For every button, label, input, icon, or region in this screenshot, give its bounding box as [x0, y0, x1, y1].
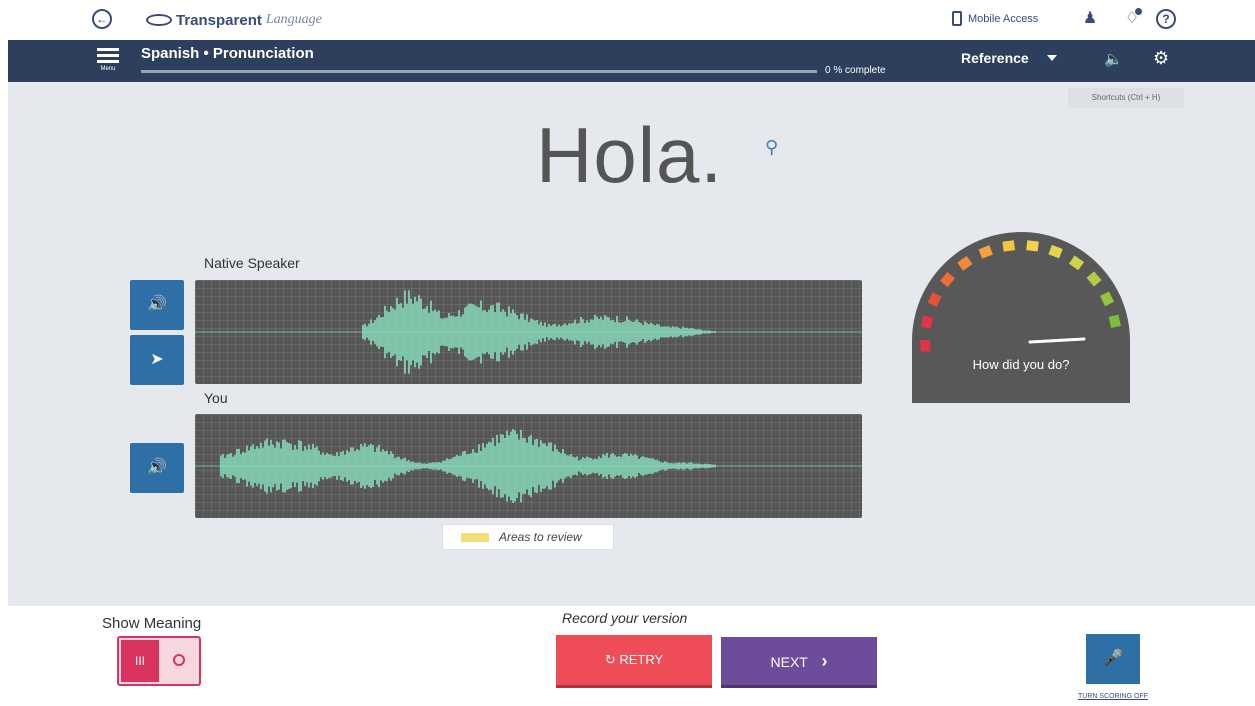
next-button[interactable]: NEXT ›: [721, 637, 877, 688]
gauge-segment: [1048, 244, 1063, 259]
gear-icon[interactable]: ⚙: [1153, 48, 1169, 69]
logo-sub: Language: [265, 12, 322, 27]
toggle-off-icon: [173, 654, 185, 666]
back-icon[interactable]: ←: [92, 9, 112, 29]
magnifier-icon[interactable]: ⚲: [765, 137, 778, 158]
speaker-icon: 🔊: [147, 459, 167, 476]
notifications-icon[interactable]: ♢: [1121, 8, 1143, 30]
mobile-access-link[interactable]: Mobile Access: [952, 11, 1038, 26]
user-waveform-graphic: [195, 428, 862, 504]
notification-dot: [1135, 8, 1142, 15]
logo[interactable]: Transparent Language: [146, 9, 322, 31]
retry-label: RETRY: [619, 652, 664, 667]
phone-icon: [952, 11, 962, 26]
gauge-segment: [1002, 240, 1016, 252]
reference-dropdown[interactable]: Reference: [961, 50, 1057, 66]
native-waveform: [195, 280, 862, 384]
next-label: NEXT: [770, 654, 808, 670]
brand-bar: ← Transparent Language Mobile Access ♟ ♢…: [0, 0, 1255, 40]
you-label: You: [204, 390, 228, 406]
target-phrase: Hola.: [536, 111, 724, 199]
gauge-segment: [927, 292, 942, 307]
gauge-segment: [1086, 271, 1102, 287]
logo-name: Transparent: [176, 11, 262, 29]
native-waveform-graphic: [195, 290, 862, 374]
menu-icon: [97, 48, 119, 51]
course-title: Spanish • Pronunciation: [141, 45, 314, 62]
progress-label: 0 % complete: [825, 65, 886, 76]
gauge-segment: [978, 245, 993, 259]
show-meaning-label: Show Meaning: [102, 615, 202, 632]
shortcuts-hint[interactable]: Shortcuts (Ctrl + H): [1068, 88, 1184, 108]
speaker-icon[interactable]: 🔈: [1104, 50, 1123, 68]
reference-label: Reference: [961, 50, 1029, 66]
scoring-label[interactable]: TURN SCORING OFF: [1064, 693, 1162, 700]
menu-label: Menu: [100, 66, 116, 72]
record-label: Record your version: [562, 610, 688, 626]
mobile-access-label: Mobile Access: [968, 12, 1039, 25]
retry-button[interactable]: ↻ RETRY: [556, 635, 712, 688]
show-meaning-toggle[interactable]: III: [117, 636, 201, 686]
logo-mark-icon: [146, 14, 172, 26]
play-you-button[interactable]: 🔊: [130, 443, 184, 493]
gauge-segment: [920, 339, 931, 352]
gauge-segment: [1026, 240, 1039, 252]
menu-button[interactable]: Menu: [94, 45, 122, 77]
gauge-segment: [921, 315, 934, 329]
user-waveform: [195, 414, 862, 518]
navbar: Menu Spanish • Pronunciation 0 % complet…: [8, 40, 1255, 82]
toggle-on-state: III: [121, 640, 159, 682]
gauge-segment: [957, 255, 973, 271]
help-icon[interactable]: ?: [1156, 9, 1176, 29]
slow-play-button[interactable]: ➤: [130, 335, 184, 385]
gauge-segment: [1100, 291, 1115, 307]
gauge-segment: [1108, 314, 1121, 328]
user-icon[interactable]: ♟: [1079, 8, 1101, 30]
microphone-icon: 🎤: [1103, 650, 1123, 667]
chevron-down-icon: [1046, 55, 1057, 61]
gauge-segment: [1068, 255, 1085, 271]
gauge-segment: [939, 271, 955, 288]
progress-bar: [141, 70, 817, 73]
review-swatch: [461, 532, 489, 542]
score-gauge: [912, 232, 1130, 403]
gauge-dial: [912, 232, 1130, 403]
review-legend-label: Areas to review: [499, 530, 582, 544]
speaker-icon: 🔊: [147, 296, 167, 313]
scoring-toggle-button[interactable]: 🎤: [1086, 634, 1140, 684]
refresh-icon: ↻: [604, 652, 616, 667]
gauge-caption: How did you do?: [972, 357, 1070, 372]
review-legend: Areas to review: [442, 524, 614, 550]
turtle-icon: ➤: [150, 351, 164, 368]
play-native-button[interactable]: 🔊: [130, 280, 184, 330]
chevron-right-icon: ›: [821, 651, 828, 671]
native-speaker-label: Native Speaker: [204, 255, 300, 271]
